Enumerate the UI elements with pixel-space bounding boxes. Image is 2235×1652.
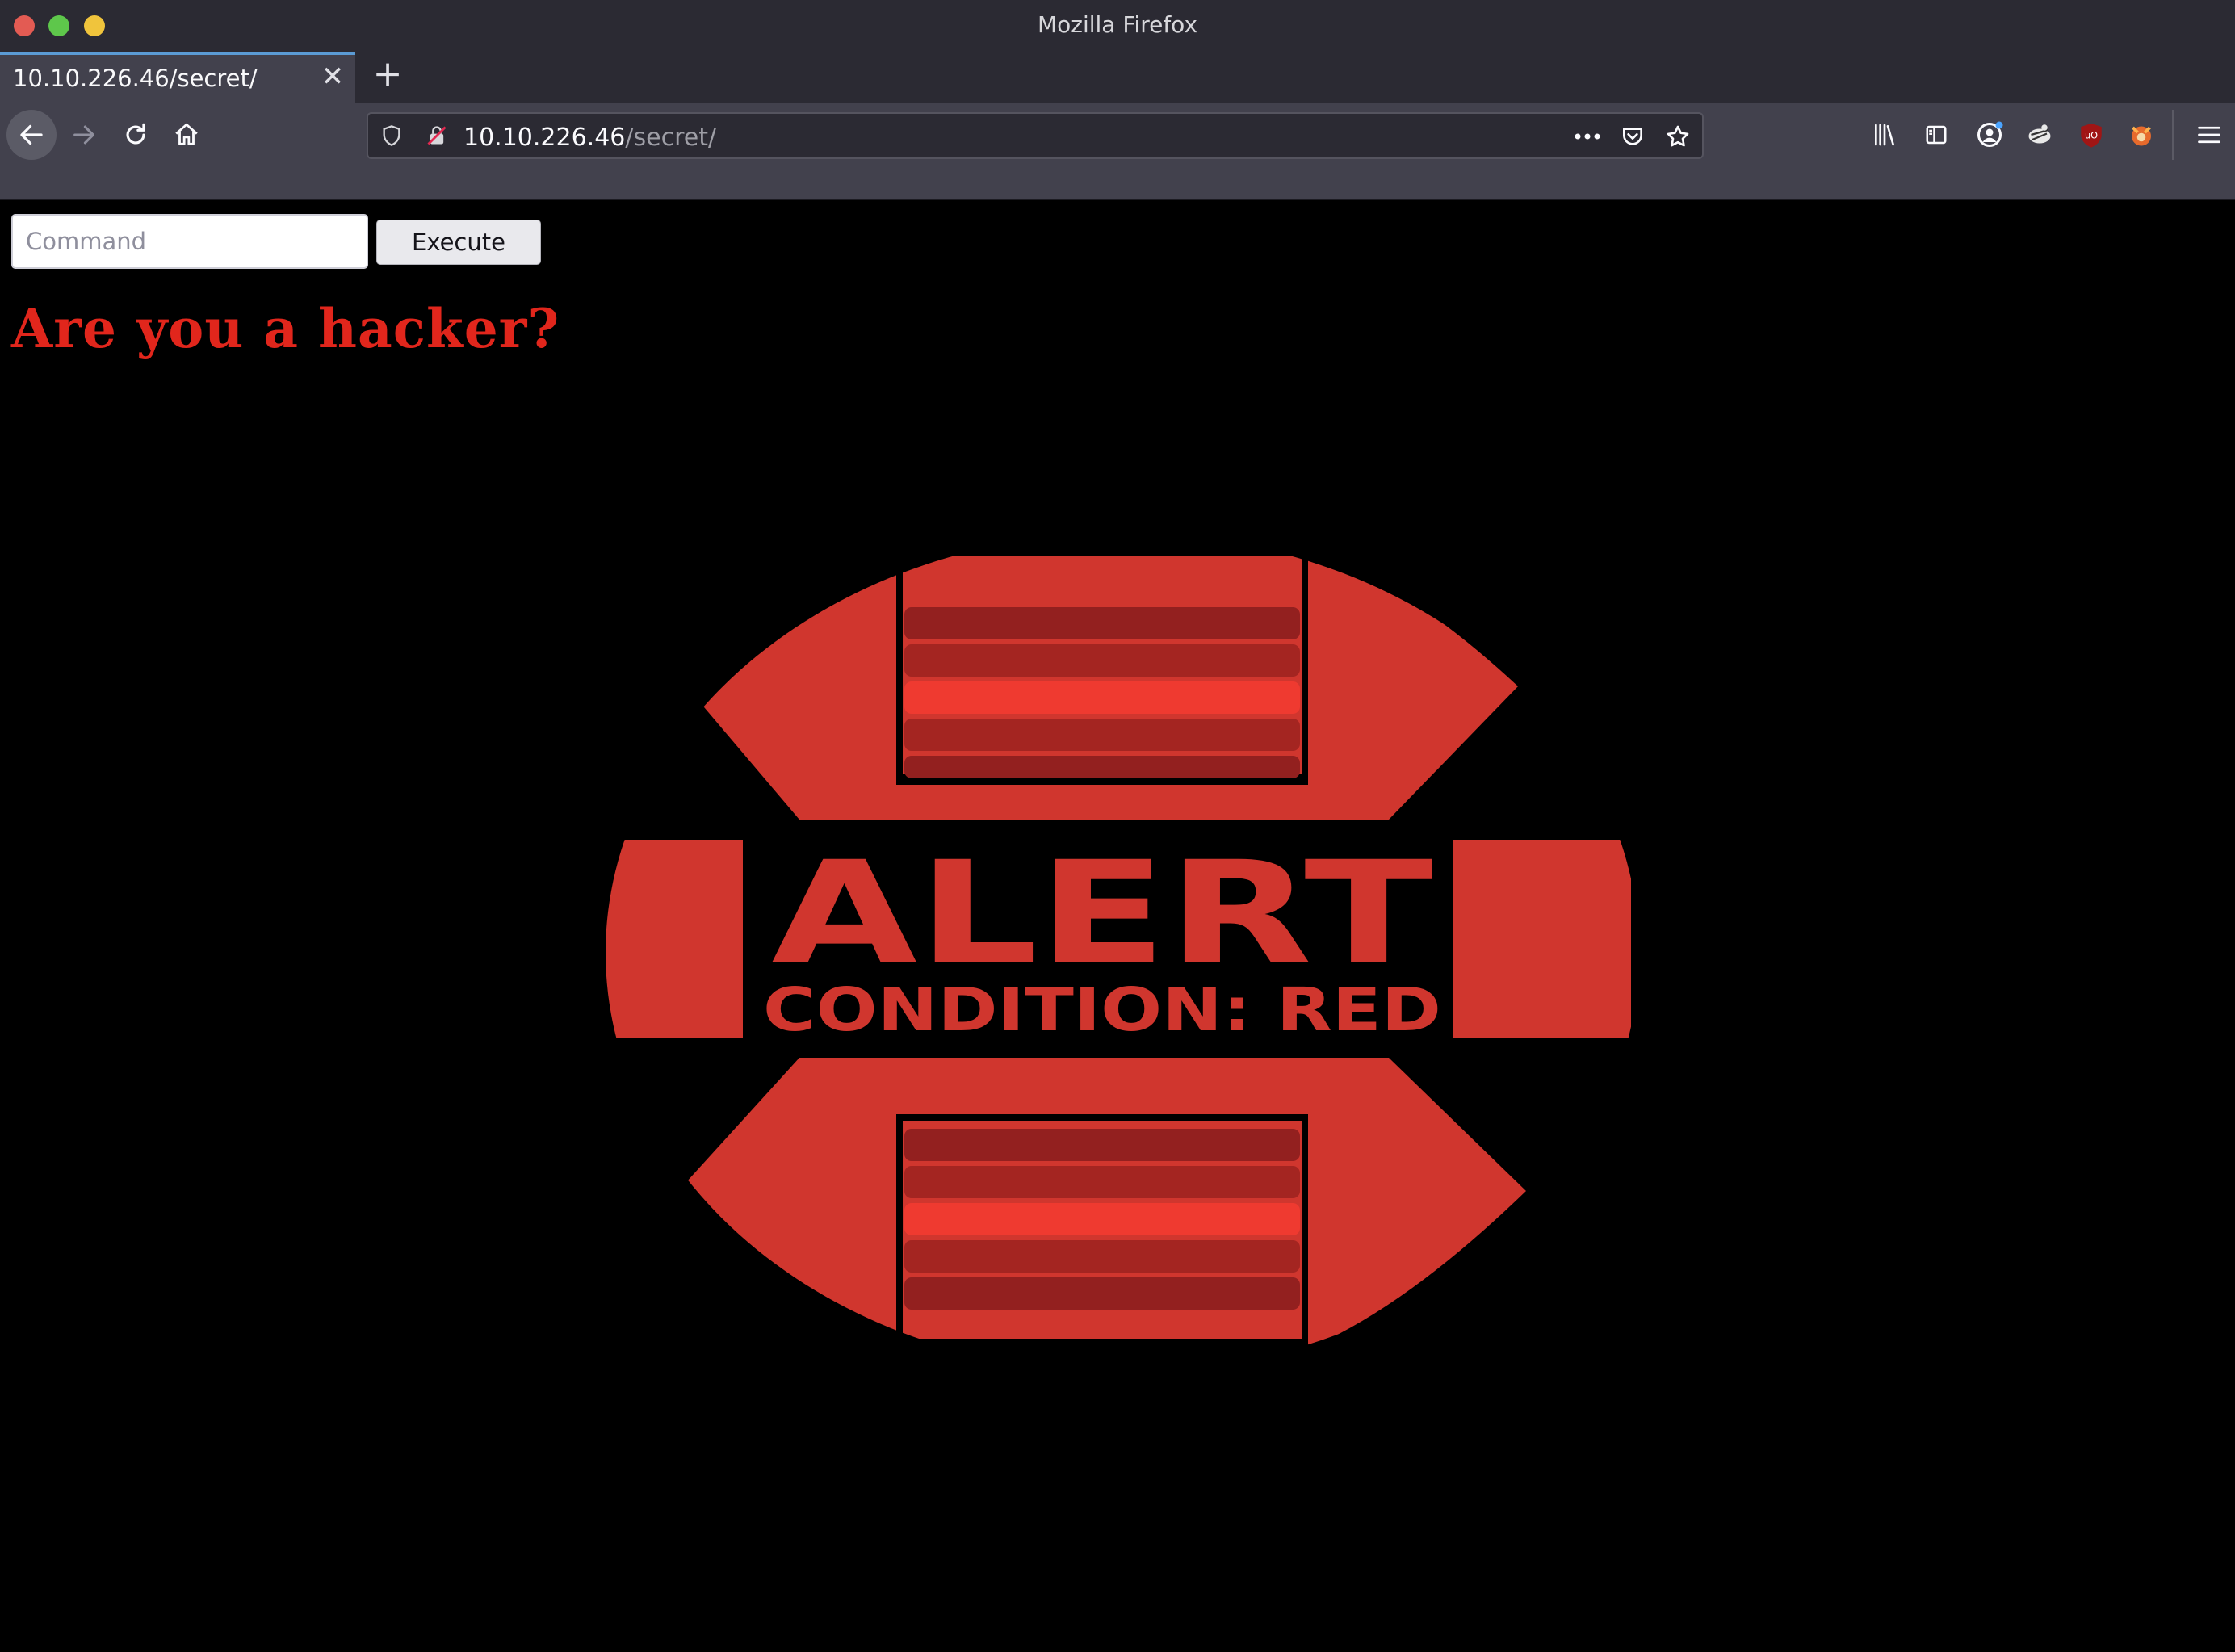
page-heading: Are you a hacker? bbox=[11, 297, 560, 360]
logo-stripe bbox=[904, 681, 1300, 714]
tab-active[interactable]: 10.10.226.46/secret/ ✕ bbox=[0, 52, 355, 103]
bookmark-star-icon[interactable] bbox=[1663, 122, 1692, 151]
hamburger-menu-icon[interactable] bbox=[2191, 119, 2227, 151]
window-titlebar: Mozilla Firefox bbox=[0, 0, 2235, 52]
execute-button[interactable]: Execute bbox=[376, 220, 541, 265]
ublock-icon[interactable]: uO bbox=[2074, 117, 2109, 153]
command-input[interactable] bbox=[11, 214, 368, 269]
logo-stripe bbox=[904, 1240, 1300, 1273]
logo-stripe bbox=[904, 719, 1300, 751]
alert-condition-red-logo: ALERT CONDITION: RED bbox=[606, 549, 1631, 1350]
logo-stripe bbox=[904, 607, 1300, 639]
url-host: 10.10.226.46 bbox=[463, 124, 626, 152]
insecure-lock-icon[interactable] bbox=[423, 122, 451, 149]
plus-icon[interactable]: + bbox=[370, 57, 405, 92]
window-title: Mozilla Firefox bbox=[1037, 11, 1198, 38]
shield-icon[interactable] bbox=[378, 122, 405, 149]
url-bar[interactable]: 10.10.226.46/secret/ bbox=[367, 112, 1704, 159]
logo-stripe bbox=[904, 1277, 1300, 1310]
logo-stripe bbox=[904, 1129, 1300, 1161]
logo-bottom-stripes bbox=[904, 1129, 1300, 1310]
tab-title: 10.10.226.46/secret/ bbox=[13, 65, 258, 92]
logo-stripe bbox=[904, 1166, 1300, 1198]
more-dots-icon[interactable] bbox=[1573, 122, 1602, 151]
home-icon[interactable] bbox=[169, 117, 204, 153]
toolbar-separator bbox=[2172, 110, 2174, 160]
reload-icon[interactable] bbox=[118, 117, 153, 153]
tab-strip: 10.10.226.46/secret/ ✕ + bbox=[0, 52, 2235, 103]
logo-alert-text: ALERT bbox=[771, 831, 1433, 996]
account-icon[interactable] bbox=[1972, 117, 2007, 153]
logo-stripe bbox=[904, 1203, 1300, 1235]
url-text: 10.10.226.46/secret/ bbox=[463, 124, 716, 152]
sidebar-icon[interactable] bbox=[1920, 119, 1952, 151]
library-icon[interactable] bbox=[1868, 119, 1901, 151]
close-icon[interactable]: ✕ bbox=[317, 61, 348, 92]
fox-extension-icon[interactable] bbox=[2124, 117, 2159, 153]
back-arrow-icon[interactable] bbox=[6, 110, 57, 160]
logo-stripe bbox=[904, 644, 1300, 677]
extension-icon[interactable] bbox=[2022, 117, 2057, 153]
pocket-icon[interactable] bbox=[1618, 122, 1647, 151]
logo-stripe bbox=[904, 756, 1300, 778]
url-path: /secret/ bbox=[625, 124, 717, 152]
svg-text:uO: uO bbox=[2085, 129, 2098, 140]
logo-condition-text: CONDITION: RED bbox=[763, 975, 1441, 1045]
forward-arrow-icon[interactable] bbox=[66, 117, 102, 153]
